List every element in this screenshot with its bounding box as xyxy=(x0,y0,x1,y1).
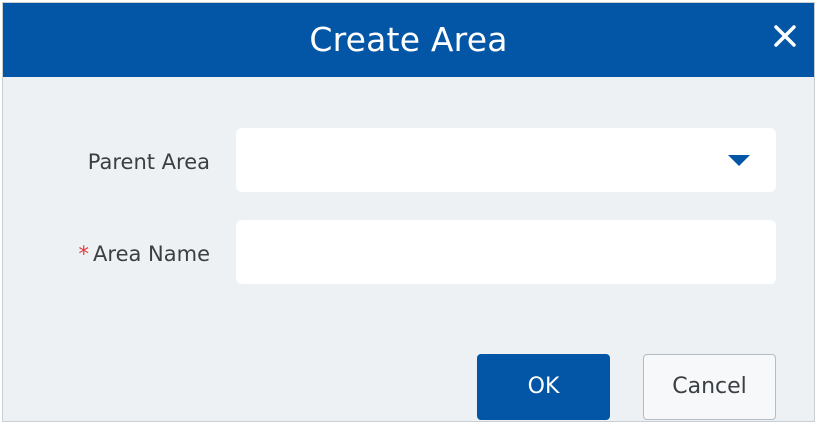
area-name-label: * Area Name xyxy=(78,242,210,266)
dialog-titlebar: Create Area xyxy=(3,3,814,77)
parent-area-select[interactable] xyxy=(236,128,776,192)
area-name-input[interactable] xyxy=(236,220,776,284)
cancel-button[interactable]: Cancel xyxy=(643,354,776,420)
create-area-dialog: Create Area Parent Area * Area Name OK Ca… xyxy=(2,2,815,422)
close-button[interactable] xyxy=(768,19,802,53)
chevron-down-icon xyxy=(728,155,750,166)
dialog-title: Create Area xyxy=(309,20,508,59)
ok-button[interactable]: OK xyxy=(477,354,610,420)
area-name-field-wrapper xyxy=(236,220,776,284)
required-marker: * xyxy=(78,242,90,266)
parent-area-label: Parent Area xyxy=(87,150,210,174)
close-icon xyxy=(774,25,796,47)
